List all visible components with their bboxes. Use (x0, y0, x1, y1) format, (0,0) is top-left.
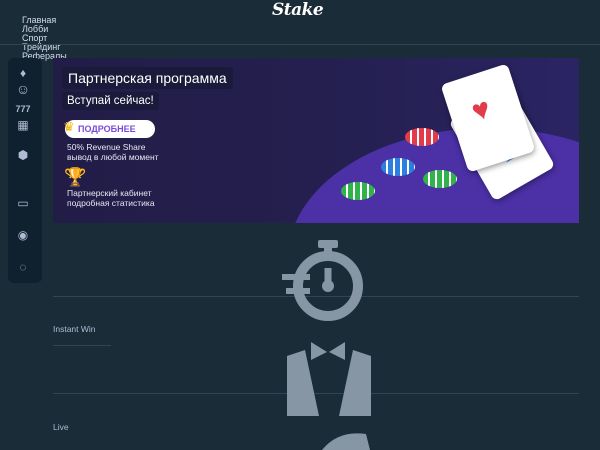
divider (53, 345, 111, 346)
smiley-icon[interactable]: ☺ (14, 82, 32, 96)
nav-item-sport[interactable]: Спорт (22, 34, 72, 43)
sidebar-nav-list: Главная Лобби Спорт Трейдинг Рефералы (22, 16, 72, 61)
trophy-icon: 🏆 (64, 167, 87, 187)
loading-icon[interactable]: ◌ (14, 260, 32, 274)
phone-icon[interactable]: ▭ (14, 196, 32, 210)
red-chip (405, 128, 439, 146)
sevens-icon[interactable]: 777 (14, 102, 32, 116)
details-button[interactable]: ♛ ПОДРОБНЕЕ (63, 119, 155, 138)
top-bar: Stake (0, 0, 600, 20)
feature-stats: подробная статистика (67, 198, 155, 208)
nav-item-lobby[interactable]: Лобби (22, 25, 72, 34)
banner-subtitle: Вступай сейчас! (62, 92, 159, 110)
divider (0, 44, 600, 45)
hexagon-icon[interactable]: ⬢ (14, 148, 32, 162)
banner-title: Партнерская программа (62, 67, 233, 89)
grid-icon[interactable]: ▦ (14, 118, 32, 132)
feature-revenue: 50% Revenue Share (67, 142, 146, 152)
details-button-label: ПОДРОБНЕЕ (78, 124, 136, 134)
stopwatch-icon (282, 240, 363, 321)
affiliate-banner[interactable]: Партнерская программа Вступай сейчас! ♛ … (53, 58, 579, 223)
nav-item-home[interactable]: Главная (22, 16, 72, 25)
heart-icon: ♥ (467, 91, 495, 129)
sidebar-rail: ♦ ☺ 777 ▦ ⬢ ▭ ◉ ◌ (8, 58, 42, 283)
feature-cabinet: Партнерский кабинет (67, 188, 152, 198)
green-chip (341, 182, 375, 200)
section-live[interactable]: Live (53, 422, 69, 432)
section-instant-win[interactable]: Instant Win (53, 324, 96, 334)
feature-withdraw: вывод в любой момент (67, 152, 159, 162)
record-icon[interactable]: ◉ (14, 228, 32, 242)
dice-icon[interactable]: ♦ (14, 66, 32, 80)
blue-chip (381, 158, 415, 176)
partial-icon (322, 433, 370, 450)
crown-icon: ♛ (63, 119, 75, 134)
green-chip (423, 170, 457, 188)
tuxedo-icon (287, 342, 371, 416)
stake-logo[interactable]: Stake (272, 0, 324, 20)
